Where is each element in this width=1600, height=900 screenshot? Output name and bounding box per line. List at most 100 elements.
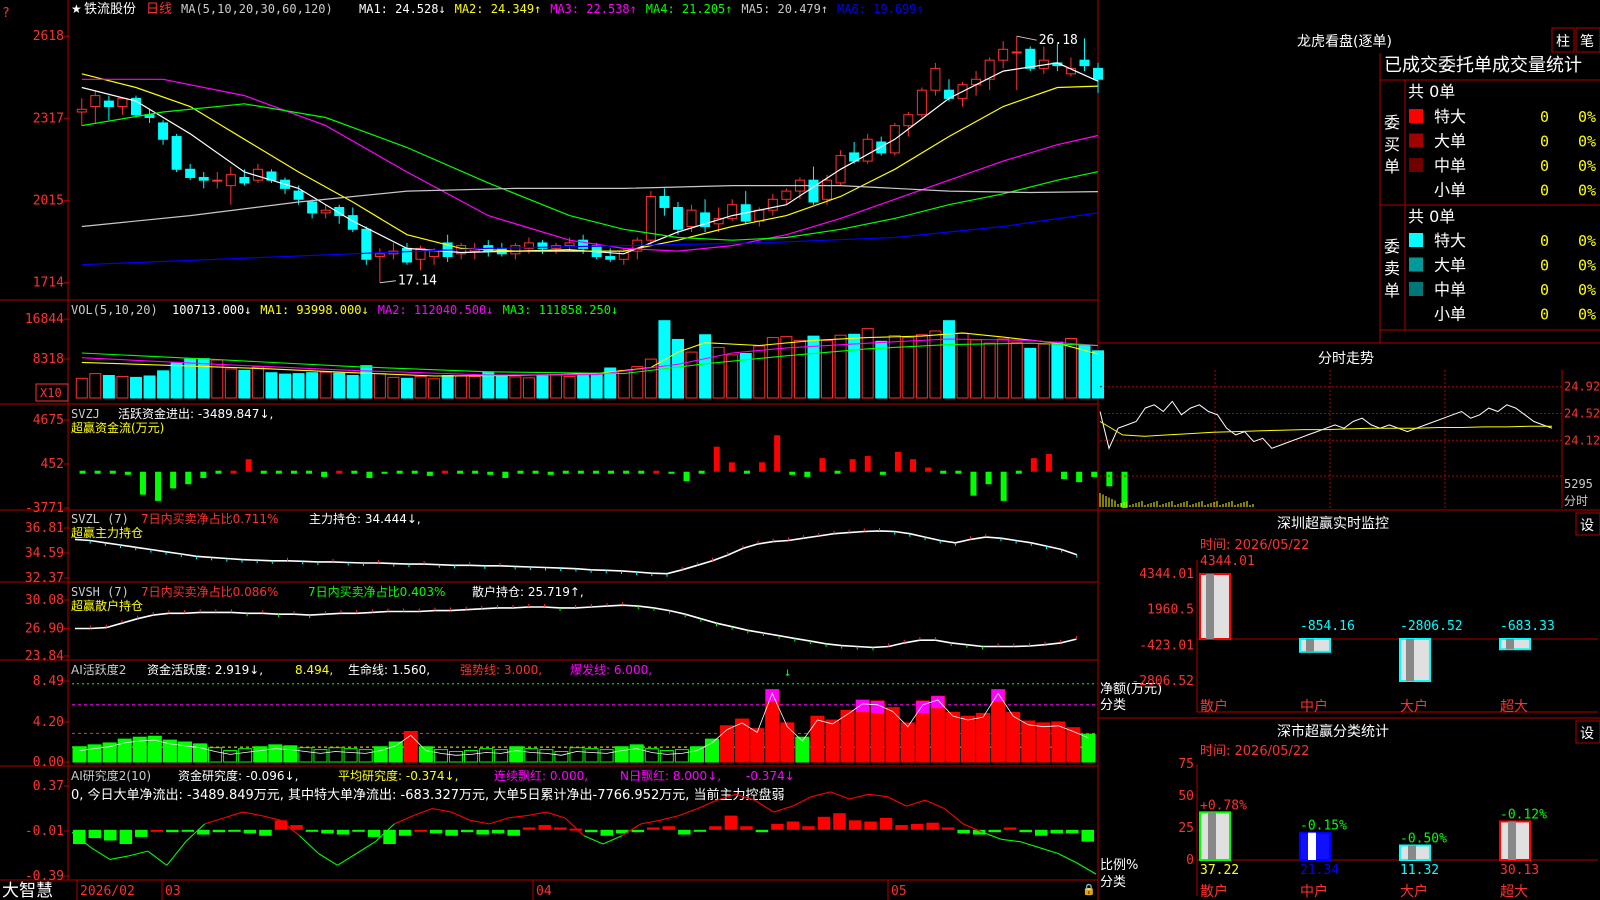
avg-research-line: [261, 815, 281, 821]
activity-bar: [1081, 733, 1096, 763]
activity-bar: [343, 748, 358, 763]
activity-bar: [1006, 711, 1021, 763]
vol-bar: [387, 376, 400, 399]
vol-bar: [116, 375, 129, 399]
svzl-text3: 超赢主力持仓: [71, 525, 143, 540]
research-bar: [259, 829, 272, 836]
monitor-bar: [1299, 638, 1331, 653]
activity-bar: [750, 728, 765, 763]
research-bar: [414, 829, 427, 832]
flow-bar: [985, 471, 992, 485]
stock-name[interactable]: 铁流股份: [84, 2, 136, 17]
activity-bar: [403, 730, 418, 763]
ai2-header: AI研究度2(10) 资金研究度: -0.096↓, 平均研究度: -0.374…: [71, 768, 795, 803]
candle-body: [185, 168, 196, 178]
y-tick: -0.01: [25, 824, 64, 839]
research-bar: [305, 829, 319, 832]
row-swatch: [1409, 182, 1423, 197]
vertical-char: 单: [1384, 157, 1400, 176]
research-bar: [212, 829, 226, 833]
monitor-y-tick: -423.01: [1139, 638, 1194, 653]
flow-bar: [683, 471, 690, 482]
avg-research-line: [299, 835, 319, 854]
avg-research-line: [128, 850, 148, 857]
research-bar: [662, 826, 676, 830]
corner-question[interactable]: ?: [2, 6, 10, 21]
flow-bar: [1061, 471, 1068, 480]
flow-bar: [698, 470, 705, 474]
svzl-text1: 7日内买卖净占比0.711%: [141, 511, 278, 526]
price-line: [1099, 400, 1553, 450]
vol-bar: [793, 339, 806, 399]
vol-bar: [279, 373, 292, 399]
research-bar: [693, 829, 707, 832]
vol-bar: [915, 334, 928, 399]
activity-bar: [599, 749, 614, 763]
vol-label: VOL(5,10,20): [71, 303, 158, 317]
monitor-value: -854.16: [1300, 619, 1355, 634]
row-count: 0: [1540, 306, 1549, 324]
activity-bar: [298, 747, 313, 763]
avg-research-line: [337, 853, 357, 866]
vol-bar: [577, 374, 590, 399]
row-swatch: [1409, 306, 1423, 321]
high-marker: 26.18: [1039, 33, 1078, 48]
row-pct: 0%: [1578, 108, 1596, 126]
avg-research-line: [773, 805, 793, 813]
candle-body: [822, 179, 833, 200]
candle-body: [117, 97, 128, 108]
monitor-y-tick: 4344.01: [1139, 567, 1194, 582]
activity-bar: [1036, 722, 1051, 763]
btn-stroke-label: 笔: [1580, 34, 1594, 50]
flow-bar: [910, 459, 917, 472]
stats-y-tick: 0: [1186, 853, 1194, 868]
vertical-char: 委: [1384, 237, 1400, 256]
research-bar: [88, 829, 102, 839]
row-pct: 0%: [1578, 257, 1596, 275]
y-tick: 2015: [33, 194, 64, 209]
vol-bar: [997, 338, 1010, 399]
activity-bar: [313, 749, 328, 763]
research-bar: [522, 827, 536, 830]
flow-bar: [139, 471, 146, 495]
research-bar: [336, 829, 350, 835]
candle-body: [239, 176, 250, 184]
stats-y-tick: 75: [1178, 757, 1194, 772]
row-name: 小单: [1434, 305, 1466, 324]
activity-bar: [87, 744, 102, 763]
activity-bar: [584, 748, 599, 763]
row-pct: 0%: [1578, 306, 1596, 324]
avg-research-line: [1001, 838, 1021, 843]
brand: 大智慧: [2, 881, 53, 900]
monitor-y-tick: 1960.5: [1147, 603, 1194, 618]
vol-bar: [522, 377, 535, 399]
avg-research-line: [564, 817, 585, 837]
activity-bar: [720, 725, 735, 763]
activity-bar: [689, 746, 704, 763]
activity-bar: [238, 748, 253, 763]
research-bar: [1003, 827, 1017, 830]
activity-bar: [433, 749, 448, 763]
lock-icon[interactable]: 🔒: [1082, 883, 1096, 896]
avg-research-line: [659, 815, 679, 821]
monitor-bar-shade: [1306, 639, 1314, 652]
row-pct: 0%: [1578, 281, 1596, 299]
stats-change: -0.12%: [1500, 807, 1547, 822]
low-marker-line: [379, 280, 396, 284]
star-icon: ★: [71, 2, 82, 16]
activity-bar: [1066, 727, 1081, 763]
period-label[interactable]: 日线: [146, 2, 172, 17]
research-bar: [848, 820, 862, 830]
research-bar: [957, 829, 970, 834]
activity-bar: [253, 746, 268, 763]
flow-bar: [1045, 453, 1052, 472]
stats-bar-shade: [1408, 845, 1416, 860]
burst-cap: [856, 700, 870, 713]
flow-bar: [940, 470, 947, 474]
candle-body: [1025, 48, 1036, 69]
ai2-text5: -0.374↓: [746, 769, 795, 783]
dragon-title: 龙虎看盘(逐单): [1297, 33, 1392, 50]
activity-bar: [644, 748, 659, 763]
main-y-axis: 2618 2317 2015 1714: [33, 29, 70, 291]
ai1-y-axis: 8.49 4.20 0.00: [33, 674, 70, 770]
